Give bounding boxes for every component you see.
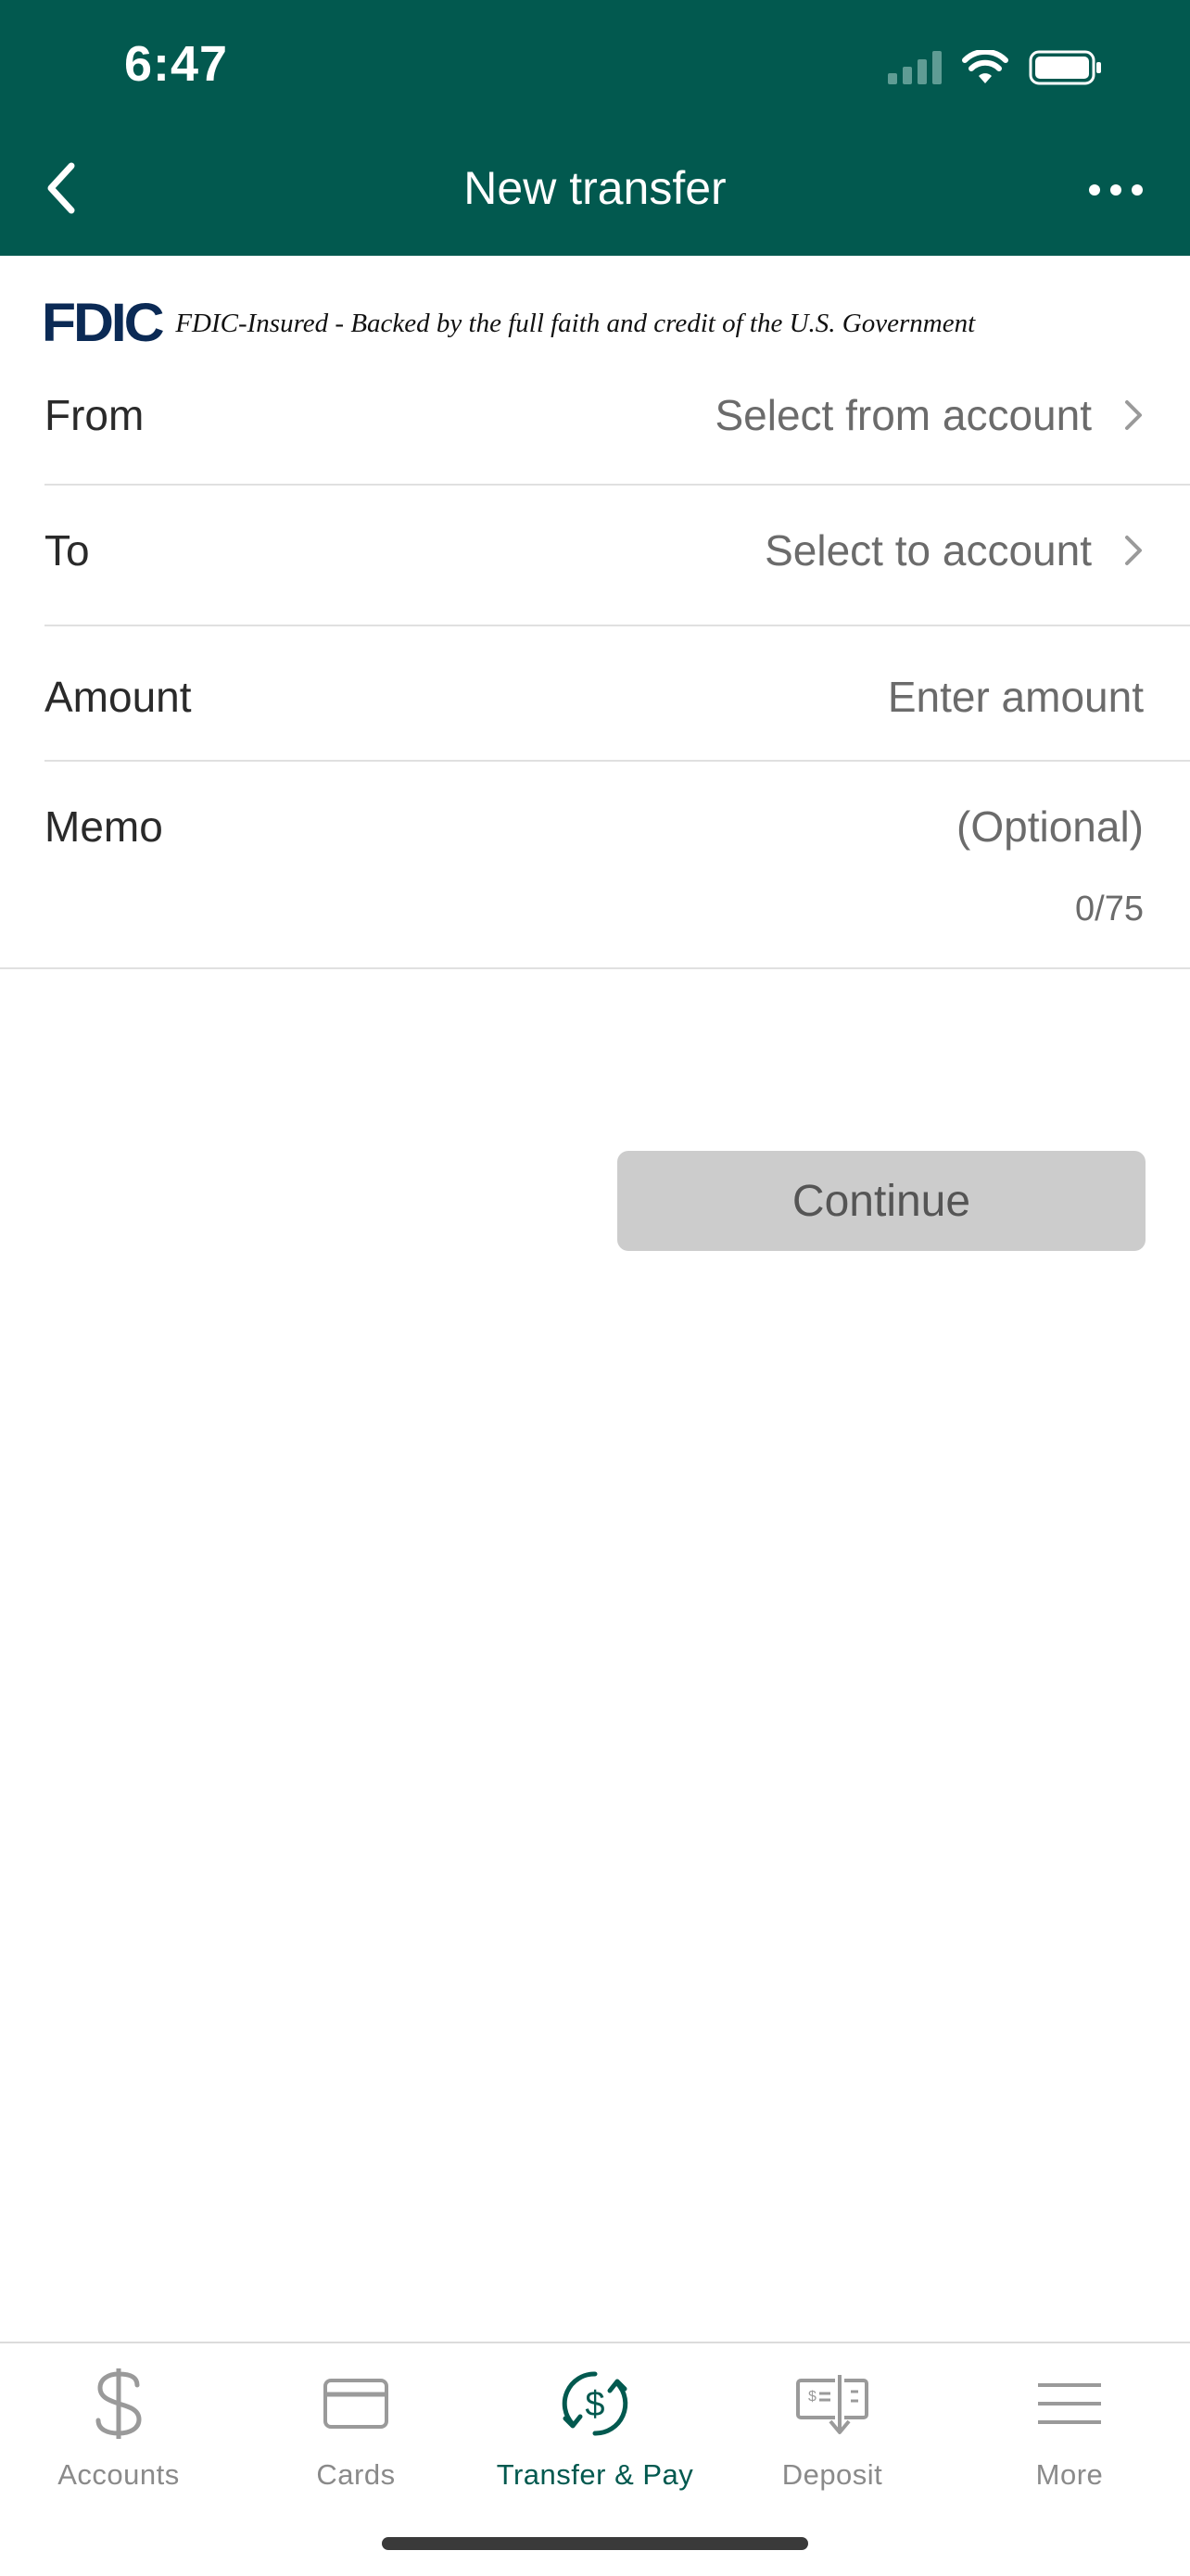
tab-label: Transfer & Pay bbox=[496, 2458, 694, 2491]
transfer-icon: $ bbox=[558, 2362, 632, 2445]
tab-cards[interactable]: Cards bbox=[237, 2343, 475, 2510]
memo-character-counter: 0/75 bbox=[1075, 890, 1144, 928]
status-icons bbox=[888, 44, 1103, 91]
status-time: 6:47 bbox=[124, 36, 229, 92]
memo-input[interactable]: (Optional) bbox=[956, 802, 1144, 852]
from-account-row[interactable]: From Select from account bbox=[44, 378, 1190, 452]
check-deposit-icon: $ bbox=[795, 2362, 869, 2445]
from-label: From bbox=[44, 391, 145, 439]
divider bbox=[44, 625, 1190, 626]
tab-label: Accounts bbox=[57, 2458, 180, 2491]
wifi-icon bbox=[962, 50, 1008, 83]
amount-input[interactable]: Enter amount bbox=[888, 672, 1144, 722]
to-label: To bbox=[44, 526, 90, 575]
tab-more[interactable]: More bbox=[951, 2343, 1188, 2510]
tab-label: Cards bbox=[316, 2458, 396, 2491]
dollar-icon bbox=[91, 2362, 146, 2445]
divider bbox=[44, 484, 1190, 486]
fdic-banner: FDIC FDIC-Insured - Backed by the full f… bbox=[41, 293, 976, 353]
amount-label: Amount bbox=[44, 673, 192, 721]
amount-row[interactable]: Amount Enter amount bbox=[44, 660, 1190, 734]
battery-icon bbox=[1029, 50, 1101, 85]
fdic-logo: FDIC bbox=[41, 293, 165, 353]
chevron-right-icon bbox=[1123, 534, 1144, 567]
divider bbox=[44, 760, 1190, 762]
menu-icon bbox=[1036, 2362, 1103, 2445]
tab-deposit[interactable]: $ Deposit bbox=[714, 2343, 951, 2510]
svg-text:$: $ bbox=[808, 2389, 817, 2405]
to-account-row[interactable]: To Select to account bbox=[44, 513, 1190, 587]
svg-text:$: $ bbox=[585, 2385, 604, 2424]
fdic-disclaimer: FDIC-Insured - Backed by the full faith … bbox=[175, 308, 976, 338]
page-title: New transfer bbox=[463, 162, 727, 214]
ellipsis-icon bbox=[1089, 184, 1143, 196]
tab-accounts[interactable]: Accounts bbox=[0, 2343, 237, 2510]
continue-button[interactable]: Continue bbox=[617, 1151, 1146, 1251]
card-icon bbox=[323, 2362, 389, 2445]
signal-icon bbox=[888, 51, 942, 84]
chevron-right-icon bbox=[1123, 398, 1144, 432]
memo-label: Memo bbox=[44, 802, 163, 851]
more-options-button[interactable] bbox=[1079, 158, 1153, 222]
app-header: 6:47 New transfer bbox=[0, 0, 1190, 256]
tab-transfer-pay[interactable]: $ Transfer & Pay bbox=[476, 2343, 714, 2510]
memo-row[interactable]: Memo (Optional) bbox=[44, 789, 1190, 864]
from-account-value: Select from account bbox=[715, 391, 1092, 439]
home-indicator[interactable] bbox=[382, 2537, 808, 2550]
to-account-value: Select to account bbox=[765, 526, 1092, 575]
tab-label: More bbox=[1035, 2458, 1104, 2491]
tab-label: Deposit bbox=[781, 2458, 883, 2491]
divider bbox=[0, 967, 1190, 969]
